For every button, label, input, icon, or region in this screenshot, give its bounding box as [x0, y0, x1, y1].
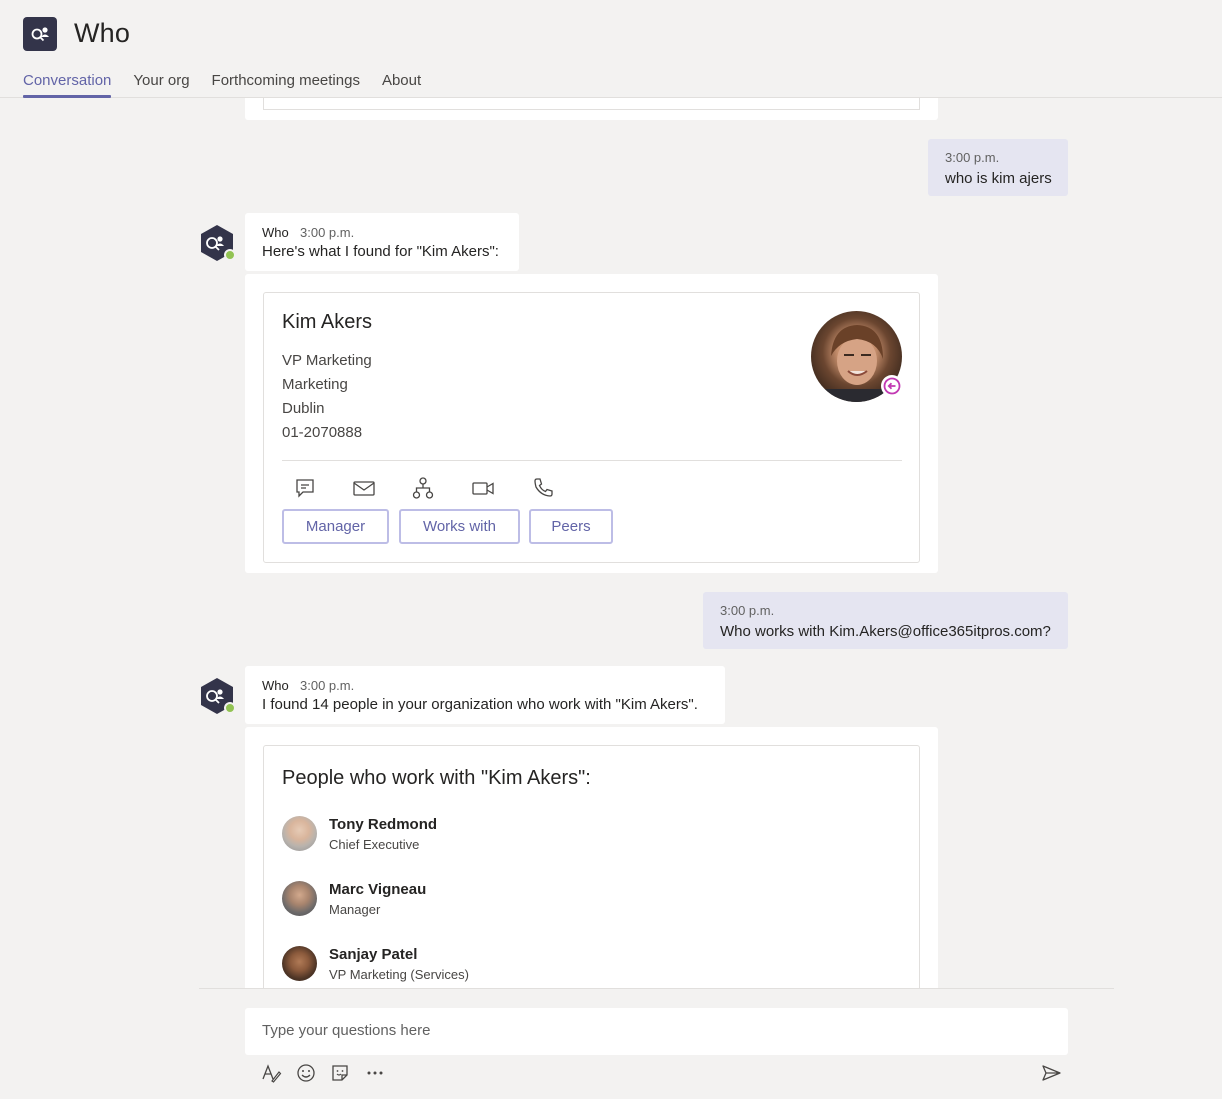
person-name: Sanjay Patel	[329, 946, 418, 963]
tab-about[interactable]: About	[382, 72, 421, 98]
peers-button[interactable]: Peers	[529, 509, 613, 544]
message-text: Here's what I found for "Kim Akers":	[262, 243, 499, 260]
people-card-heading: People who work with "Kim Akers":	[282, 767, 591, 789]
message-composer[interactable]	[245, 1008, 1068, 1055]
profile-name: Kim Akers	[282, 311, 373, 333]
bot-message: Who 3:00 p.m. I found 14 people in your …	[245, 666, 725, 724]
person-name: Marc Vigneau	[329, 881, 427, 898]
message-timestamp: 3:00 p.m.	[300, 678, 355, 693]
format-icon[interactable]	[260, 1062, 282, 1084]
profile-phone: 01-2070888	[282, 424, 363, 441]
people-card: People who work with "Kim Akers": Tony R…	[263, 745, 920, 988]
user-message: 3:00 p.m. who is kim ajers	[928, 139, 1068, 196]
message-text: who is kim ajers	[945, 170, 1052, 187]
message-text: I found 14 people in your organization w…	[262, 696, 698, 713]
profile-location: Dublin	[282, 400, 325, 417]
person-name: Tony Redmond	[329, 816, 438, 833]
profile-details: VP Marketing Marketing Dublin 01-2070888	[282, 349, 372, 445]
sticker-icon[interactable]	[329, 1062, 351, 1084]
message-timestamp: 3:00 p.m.	[720, 603, 775, 618]
phone-icon[interactable]	[531, 476, 555, 500]
mail-icon[interactable]	[352, 476, 376, 500]
emoji-icon[interactable]	[295, 1062, 317, 1084]
profile-card-container: Kim Akers VP Marketing Marketing Dublin …	[245, 274, 938, 573]
tab-forthcoming-meetings[interactable]: Forthcoming meetings	[212, 72, 360, 98]
chat-icon[interactable]	[293, 476, 317, 500]
card-divider	[282, 460, 902, 461]
person-title: Manager	[329, 902, 381, 917]
message-timestamp: 3:00 p.m.	[300, 225, 355, 240]
message-text: Who works with Kim.Akers@office365itpros…	[720, 623, 1051, 640]
person-avatar	[282, 816, 317, 851]
person-title: VP Marketing (Services)	[329, 967, 469, 982]
people-card-container: People who work with "Kim Akers": Tony R…	[245, 727, 938, 988]
presence-away-icon	[881, 375, 903, 397]
bot-message: Who 3:00 p.m. Here's what I found for "K…	[245, 213, 519, 271]
presence-available-icon	[224, 249, 236, 261]
works-with-button[interactable]: Works with	[399, 509, 520, 544]
profile-job-title: VP Marketing	[282, 352, 372, 369]
conversation-pane[interactable]: 3:00 p.m. who is kim ajers Who 3:00 p.m.…	[0, 98, 1222, 988]
presence-available-icon	[224, 702, 236, 714]
bot-avatar[interactable]	[198, 224, 236, 262]
org-chart-icon[interactable]	[411, 476, 435, 500]
person-avatar	[282, 946, 317, 981]
person-title: Chief Executive	[329, 837, 420, 852]
user-message: 3:00 p.m. Who works with Kim.Akers@offic…	[703, 592, 1068, 649]
message-sender: Who	[262, 225, 289, 240]
previous-card	[245, 98, 938, 120]
profile-department: Marketing	[282, 376, 348, 393]
tab-conversation[interactable]: Conversation	[23, 72, 112, 98]
profile-card: Kim Akers VP Marketing Marketing Dublin …	[263, 292, 920, 563]
bot-avatar[interactable]	[198, 677, 236, 715]
app-title: Who	[74, 18, 131, 48]
message-timestamp: 3:00 p.m.	[945, 150, 1000, 165]
app-header: Who Conversation Your org Forthcoming me…	[0, 0, 1222, 98]
video-call-icon[interactable]	[471, 476, 495, 500]
manager-button[interactable]: Manager	[282, 509, 389, 544]
tab-your-org[interactable]: Your org	[133, 72, 189, 98]
message-sender: Who	[262, 678, 289, 693]
composer-divider	[199, 988, 1114, 989]
message-input[interactable]	[245, 1008, 1068, 1053]
who-logo-icon	[31, 27, 49, 42]
person-avatar	[282, 881, 317, 916]
app-logo	[23, 17, 57, 51]
send-icon[interactable]	[1040, 1062, 1062, 1084]
more-options-icon[interactable]	[364, 1062, 386, 1084]
tab-bar: Conversation Your org Forthcoming meetin…	[23, 72, 421, 98]
